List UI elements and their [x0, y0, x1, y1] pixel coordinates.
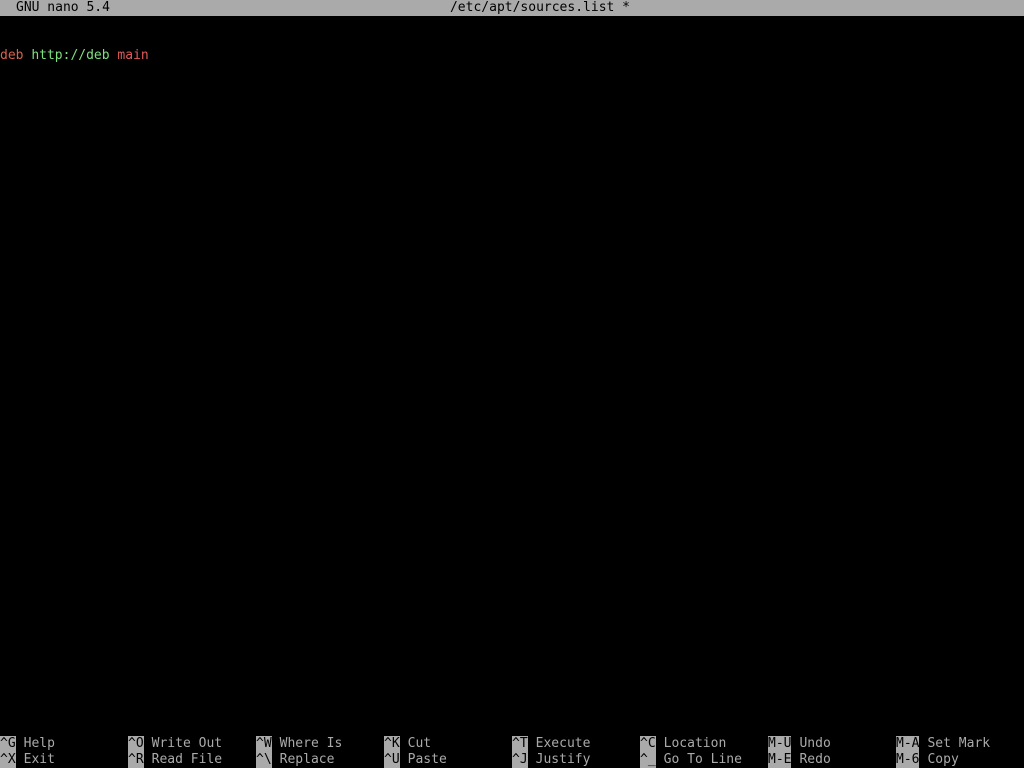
editor-area[interactable]: deb http://deb main	[0, 16, 1024, 736]
shortcut-label: Write Out	[151, 736, 223, 751]
shortcut-bar: ^G Help ^O Write Out ^W Where Is ^K Cut ^T Ex…	[0, 736, 1024, 768]
shortcut-label: Go To Line	[663, 752, 742, 767]
shortcut-key: M-U	[768, 736, 792, 752]
shortcut-location[interactable]: ^C Location	[640, 736, 768, 752]
shortcut-go-to-line[interactable]: ^_ Go To Line	[640, 752, 768, 768]
token-component: main	[117, 48, 149, 63]
shortcut-copy[interactable]: M-6 Copy	[896, 752, 1024, 768]
shortcut-exit[interactable]: ^X Exit	[0, 752, 128, 768]
title-bar: GNU nano 5.4 /etc/apt/sources.list *	[0, 0, 1024, 16]
editor-line-1[interactable]: deb http://deb main	[0, 48, 1024, 64]
shortcut-key: ^O	[128, 736, 144, 752]
shortcut-label: Cut	[407, 736, 432, 751]
shortcut-key: ^W	[256, 736, 272, 752]
shortcut-label: Set Mark	[927, 736, 991, 751]
shortcut-key: ^_	[640, 752, 656, 768]
token-url: http://deb	[31, 48, 110, 63]
shortcut-key: ^J	[512, 752, 528, 768]
shortcut-cut[interactable]: ^K Cut	[384, 736, 512, 752]
shortcut-write-out[interactable]: ^O Write Out	[128, 736, 256, 752]
shortcut-key: ^K	[384, 736, 400, 752]
shortcut-replace[interactable]: ^\ Replace	[256, 752, 384, 768]
shortcut-key: ^T	[512, 736, 528, 752]
shortcut-key: ^\	[256, 752, 272, 768]
shortcut-key: ^X	[0, 752, 16, 768]
shortcut-label: Read File	[151, 752, 223, 767]
shortcut-where-is[interactable]: ^W Where Is	[256, 736, 384, 752]
shortcut-key: ^C	[640, 736, 656, 752]
shortcut-key: ^G	[0, 736, 16, 752]
shortcut-key: ^R	[128, 752, 144, 768]
shortcut-undo[interactable]: M-U Undo	[768, 736, 896, 752]
shortcut-label: Replace	[279, 752, 335, 767]
shortcut-label: Where Is	[279, 736, 343, 751]
shortcut-label: Location	[663, 736, 727, 751]
shortcut-label: Redo	[799, 752, 831, 767]
shortcut-label: Help	[23, 736, 55, 751]
shortcut-justify[interactable]: ^J Justify	[512, 752, 640, 768]
shortcut-label: Undo	[799, 736, 831, 751]
shortcut-key: M-A	[896, 736, 920, 752]
file-name: /etc/apt/sources.list *	[449, 0, 630, 15]
token-keyword: deb	[0, 48, 24, 63]
shortcut-redo[interactable]: M-E Redo	[768, 752, 896, 768]
shortcut-key: M-E	[768, 752, 792, 768]
shortcut-execute[interactable]: ^T Execute	[512, 736, 640, 752]
shortcut-help[interactable]: ^G Help	[0, 736, 128, 752]
shortcut-label: Copy	[927, 752, 959, 767]
shortcut-key: ^U	[384, 752, 400, 768]
shortcut-paste[interactable]: ^U Paste	[384, 752, 512, 768]
shortcut-key: M-6	[896, 752, 920, 768]
shortcut-label: Paste	[407, 752, 447, 767]
shortcut-set-mark[interactable]: M-A Set Mark	[896, 736, 1024, 752]
shortcut-label: Exit	[23, 752, 55, 767]
shortcut-read-file[interactable]: ^R Read File	[128, 752, 256, 768]
shortcut-label: Execute	[535, 736, 591, 751]
shortcut-label: Justify	[535, 752, 591, 767]
